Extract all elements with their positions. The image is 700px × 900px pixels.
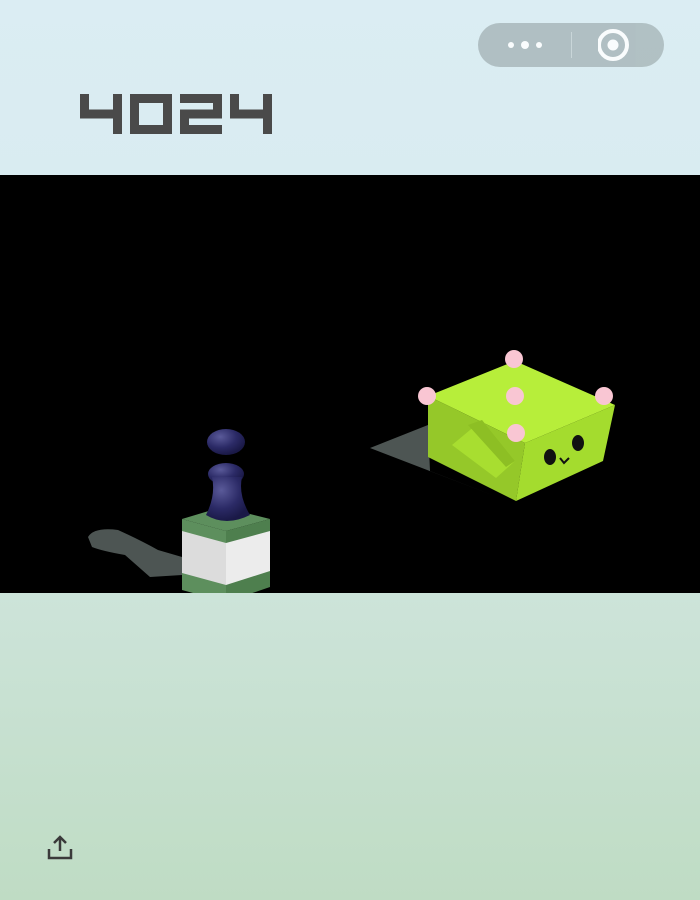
score-digits [80, 94, 272, 134]
target-platform [418, 350, 615, 501]
game-scene[interactable] [0, 175, 700, 593]
share-upload-icon [47, 835, 73, 860]
score-digit-segment [263, 109, 272, 134]
score-digit-segment [130, 94, 139, 119]
score-display: 4024 [80, 92, 290, 136]
target-close-icon [598, 29, 629, 61]
scene-canvas [88, 350, 615, 593]
mini-program-capsule [478, 23, 664, 67]
share-button[interactable] [46, 834, 74, 862]
player-shadow [88, 529, 182, 577]
more-button[interactable] [478, 23, 571, 67]
player-piece [206, 429, 250, 521]
score-digit-segment [180, 125, 222, 134]
score-digit-segment [113, 109, 122, 134]
more-dots-icon [508, 41, 542, 49]
close-button[interactable] [572, 23, 664, 67]
top-bar: 4024 [0, 0, 700, 175]
